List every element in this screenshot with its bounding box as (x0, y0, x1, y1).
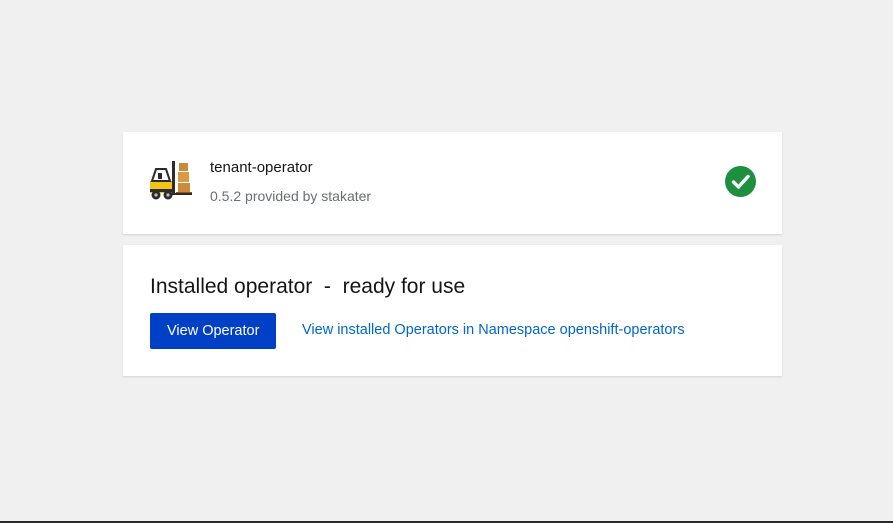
install-status-title: Installed operator - ready for use (150, 275, 466, 298)
view-operator-button[interactable]: View Operator (150, 313, 277, 349)
operator-version-provider: 0.5.2 provided by stakater (210, 188, 372, 204)
operator-summary-card: tenant-operator 0.5.2 provided by stakat… (123, 132, 782, 234)
install-status-card: Installed operator - ready for use View … (123, 245, 782, 376)
view-installed-operators-link[interactable]: View installed Operators in Namespace op… (302, 322, 685, 338)
forklift-icon (150, 161, 192, 200)
operator-name: tenant-operator (210, 159, 313, 176)
check-circle-icon (725, 166, 756, 197)
